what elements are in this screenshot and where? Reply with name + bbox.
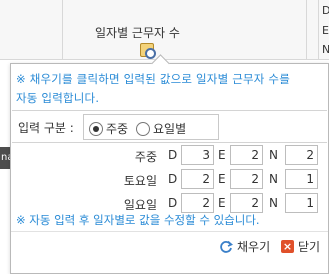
row-label-sunday: 일요일 (123, 198, 157, 212)
grid-shift-letter: D (322, 4, 329, 17)
notice-line: ※ 채우기를 클릭하면 입력된 값으로 일자별 근무자 수를 (16, 72, 290, 86)
refresh-icon (220, 240, 233, 253)
fill-button[interactable]: 채우기 (219, 238, 270, 255)
grid-column-divider (62, 0, 63, 60)
auto-fill-icon[interactable] (140, 43, 156, 59)
shift-letter-n: N (269, 148, 278, 162)
radio-selected-icon (89, 121, 103, 136)
shift-letter-d: D (168, 172, 178, 186)
sunday-e-input[interactable]: 2 (230, 193, 263, 213)
fill-button-label: 채우기 (237, 240, 271, 254)
shift-letter-e: E (218, 196, 226, 210)
mode-label: 입력 구분 : (18, 121, 74, 135)
auto-fill-note: ※ 자동 입력 후 일자별로 값을 수정할 수 있습니다. (16, 213, 260, 227)
left-panel-fragment: na (0, 147, 10, 169)
sunday-d-input[interactable]: 2 (181, 193, 214, 213)
radio-by-weekday[interactable]: 요일별 (136, 120, 186, 137)
shift-letter-d: D (168, 148, 178, 162)
saturday-d-input[interactable]: 2 (181, 169, 214, 189)
weekday-d-input[interactable]: 3 (181, 145, 214, 165)
notice-text: ※ 채우기를 클릭하면 입력된 값으로 일자별 근무자 수를 자동 입력합니다. (16, 70, 321, 108)
footer-divider (11, 231, 328, 232)
row-label-weekday: 주중 (134, 150, 157, 164)
radio-weekday[interactable]: 주중 (89, 120, 128, 137)
shift-letter-n: N (269, 172, 278, 186)
grid-column-divider (306, 0, 307, 60)
sunday-n-input[interactable]: 1 (285, 193, 318, 213)
close-button-label: 닫기 (298, 240, 321, 254)
notice-line: 자동 입력합니다. (16, 91, 100, 105)
mode-row: 입력 구분 : 주중 요일별 (12, 110, 327, 143)
grid-shift-letter: E (322, 24, 329, 37)
mode-radio-group: 주중 요일별 (83, 114, 219, 140)
radio-label: 요일별 (153, 122, 187, 136)
close-icon: × (281, 240, 294, 253)
shift-letter-e: E (218, 172, 226, 186)
column-title: 일자별 근무자 수 (95, 26, 180, 40)
radio-label: 주중 (106, 122, 129, 136)
auto-fill-popup: ※ 채우기를 클릭하면 입력된 값으로 일자별 근무자 수를 자동 입력합니다.… (10, 63, 329, 274)
saturday-e-input[interactable]: 2 (230, 169, 263, 189)
shift-letter-d: D (168, 196, 178, 210)
shift-letter-n: N (269, 196, 278, 210)
weekday-n-input[interactable]: 2 (285, 145, 318, 165)
shift-letter-e: E (218, 148, 226, 162)
radio-unselected-icon (136, 121, 150, 136)
saturday-n-input[interactable]: 1 (285, 169, 318, 189)
grid-column-divider (318, 0, 319, 60)
grid-shift-letter: N (322, 43, 329, 56)
weekday-e-input[interactable]: 2 (230, 145, 263, 165)
close-button[interactable]: × 닫기 (281, 238, 320, 255)
row-label-saturday: 토요일 (123, 174, 157, 188)
